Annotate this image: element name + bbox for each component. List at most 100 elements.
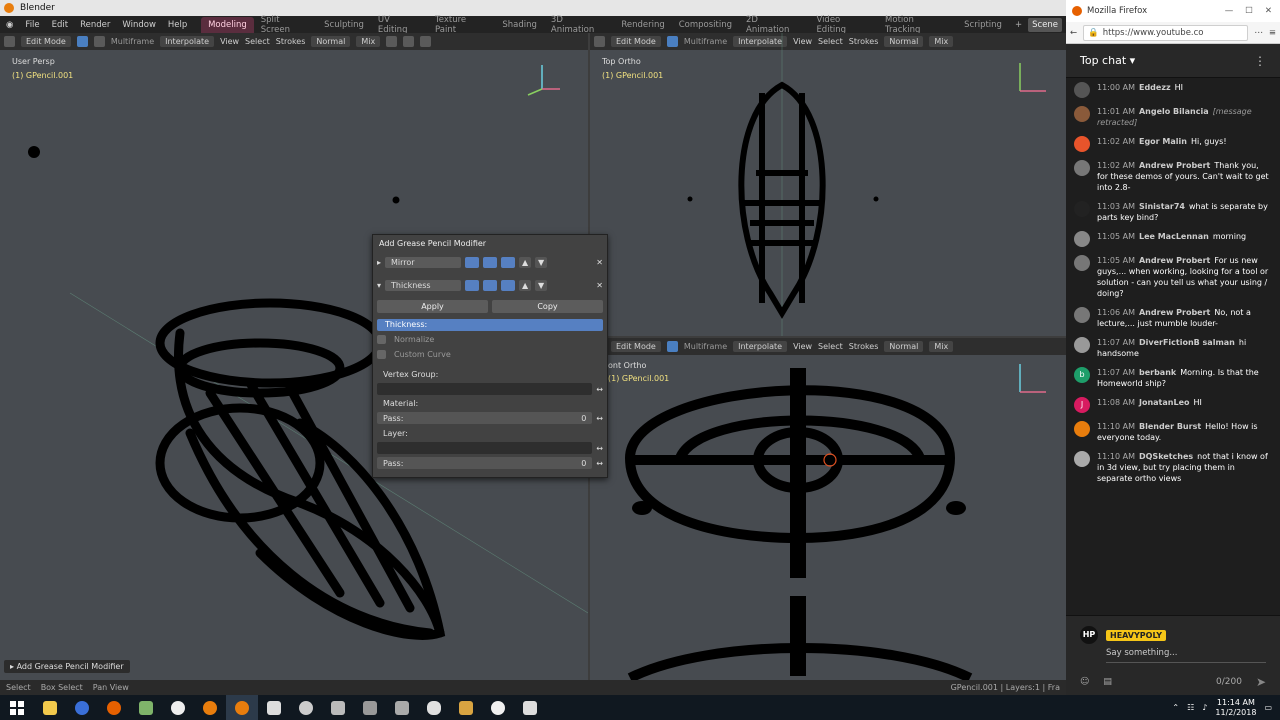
chat-avatar[interactable]: [1074, 201, 1090, 217]
cloud-icon[interactable]: [418, 695, 450, 720]
chat-avatar[interactable]: J: [1074, 397, 1090, 413]
editmode-toggle-icon[interactable]: [501, 257, 516, 268]
camera-toggle-icon[interactable]: [465, 280, 480, 291]
clock[interactable]: 11:14 AM 11/2/2018: [1215, 698, 1256, 718]
move-up-icon[interactable]: ▲: [519, 280, 532, 291]
layer-field[interactable]: [377, 442, 593, 454]
chat-author[interactable]: Lee MacLennan: [1139, 232, 1209, 241]
lightbulb-icon[interactable]: [482, 695, 514, 720]
chat-avatar[interactable]: b: [1074, 367, 1090, 383]
davinci-resolve-icon[interactable]: [66, 695, 98, 720]
blender-menu-icon[interactable]: ◉: [0, 20, 19, 30]
scene-selector[interactable]: Scene: [1028, 17, 1066, 32]
menu-edit[interactable]: Edit: [46, 20, 74, 30]
tab-modeling[interactable]: Modeling: [201, 16, 254, 33]
menu-help[interactable]: Help: [162, 20, 193, 30]
add-workspace-icon[interactable]: +: [1009, 20, 1028, 30]
chat-avatar[interactable]: [1074, 82, 1090, 98]
operator-redo-panel[interactable]: ▸ Add Grease Pencil Modifier: [4, 660, 130, 673]
chat-author[interactable]: Egor Malin: [1139, 137, 1187, 146]
editmode-toggle-icon[interactable]: [501, 280, 516, 291]
viewport-front-ortho[interactable]: Edit Mode Multiframe Interpolate View Se…: [590, 338, 1066, 680]
chat-input[interactable]: Say something...: [1106, 648, 1266, 663]
maximize-icon[interactable]: ☐: [1245, 6, 1253, 16]
emoji-icon[interactable]: ☺: [1080, 677, 1089, 687]
super-chat-icon[interactable]: ▤: [1103, 677, 1112, 687]
expand-arrow-icon[interactable]: ▸: [377, 258, 381, 267]
move-up-icon[interactable]: ▲: [519, 257, 532, 268]
chat-author[interactable]: Andrew Probert: [1139, 161, 1210, 170]
normalize-checkbox[interactable]: [377, 335, 386, 344]
chat-avatar[interactable]: [1074, 421, 1090, 437]
minimize-icon[interactable]: —: [1225, 6, 1234, 16]
chat-author[interactable]: DQSketches: [1139, 452, 1193, 461]
tab-rendering[interactable]: Rendering: [614, 17, 671, 33]
blender-old-icon[interactable]: [194, 695, 226, 720]
camera-toggle-icon[interactable]: [465, 257, 480, 268]
invert-layer-pass-icon[interactable]: ↔: [596, 459, 603, 468]
viewport-top-ortho[interactable]: Edit Mode Multiframe Interpolate View Se…: [590, 33, 1066, 336]
tab-shading[interactable]: Shading: [495, 17, 544, 33]
mirror-name-field[interactable]: Mirror: [385, 257, 462, 268]
display-toggle-icon[interactable]: [483, 257, 498, 268]
chrome-icon[interactable]: [290, 695, 322, 720]
chat-author[interactable]: Andrew Probert: [1139, 256, 1210, 265]
url-bar[interactable]: 🔒 https://www.youtube.co: [1083, 24, 1249, 41]
firefox-taskbar-icon[interactable]: [98, 695, 130, 720]
chat-avatar[interactable]: [1074, 255, 1090, 271]
menu-window[interactable]: Window: [116, 20, 162, 30]
notifications-icon[interactable]: ▭: [1264, 703, 1272, 712]
invert-layer-icon[interactable]: ↔: [596, 444, 603, 453]
file-explorer-icon[interactable]: [34, 695, 66, 720]
app-icon-2[interactable]: [322, 695, 354, 720]
invert-material-icon[interactable]: ↔: [596, 414, 603, 423]
chat-author[interactable]: Blender Burst: [1139, 422, 1201, 431]
remove-modifier-icon[interactable]: ✕: [596, 281, 603, 290]
tray-chevron-icon[interactable]: ⌃: [1172, 703, 1179, 712]
thickness-slider[interactable]: Thickness:: [377, 319, 603, 331]
custom-curve-checkbox[interactable]: [377, 350, 386, 359]
windows-start-icon[interactable]: [0, 695, 34, 720]
tab-sculpting[interactable]: Sculpting: [317, 17, 371, 33]
tray-volume-icon[interactable]: ♪: [1202, 703, 1207, 712]
hamburger-menu-icon[interactable]: ≡: [1269, 28, 1276, 38]
chat-author[interactable]: Eddezz: [1139, 83, 1171, 92]
chat-author[interactable]: JonatanLeo: [1139, 398, 1190, 407]
tab-scripting[interactable]: Scripting: [957, 17, 1009, 33]
app-icon-4[interactable]: [386, 695, 418, 720]
chat-avatar[interactable]: [1074, 451, 1090, 467]
copy-button[interactable]: Copy: [492, 300, 603, 313]
notepad-icon[interactable]: [130, 695, 162, 720]
menu-render[interactable]: Render: [74, 20, 116, 30]
chat-avatar[interactable]: [1074, 136, 1090, 152]
app-icon-3[interactable]: [354, 695, 386, 720]
remove-modifier-icon[interactable]: ✕: [596, 258, 603, 267]
menu-dots-icon[interactable]: ⋯: [1254, 28, 1263, 38]
layer-pass-field[interactable]: Pass: 0: [377, 457, 593, 469]
top-chat-dropdown[interactable]: Top chat ▾: [1080, 54, 1135, 67]
close-icon[interactable]: ✕: [1265, 6, 1272, 16]
tab-compositing[interactable]: Compositing: [672, 17, 739, 33]
app-icon-1[interactable]: [258, 695, 290, 720]
chat-author[interactable]: DiverFictionB salman: [1139, 338, 1235, 347]
chat-author[interactable]: Sinistar74: [1139, 202, 1185, 211]
move-down-icon[interactable]: ▼: [535, 257, 548, 268]
invert-vertex-icon[interactable]: ↔: [596, 385, 603, 394]
obs-icon[interactable]: [162, 695, 194, 720]
chat-avatar[interactable]: [1074, 231, 1090, 247]
custom-curve-row[interactable]: Custom Curve: [377, 350, 603, 359]
chat-avatar[interactable]: [1074, 337, 1090, 353]
blender-taskbar-icon[interactable]: [226, 695, 258, 720]
material-pass-field[interactable]: Pass: 0: [377, 412, 593, 424]
tray-network-icon[interactable]: ☷: [1187, 703, 1194, 712]
chat-avatar[interactable]: [1074, 106, 1090, 122]
app-icon-6[interactable]: [514, 695, 546, 720]
move-down-icon[interactable]: ▼: [535, 280, 548, 291]
collapse-arrow-icon[interactable]: ▾: [377, 281, 381, 290]
display-toggle-icon[interactable]: [483, 280, 498, 291]
thickness-name-field[interactable]: Thickness: [385, 280, 462, 291]
menu-file[interactable]: File: [19, 20, 45, 30]
chat-author[interactable]: berbank: [1139, 368, 1176, 377]
chat-more-icon[interactable]: ⋮: [1254, 54, 1266, 68]
send-icon[interactable]: ➤: [1256, 675, 1266, 689]
